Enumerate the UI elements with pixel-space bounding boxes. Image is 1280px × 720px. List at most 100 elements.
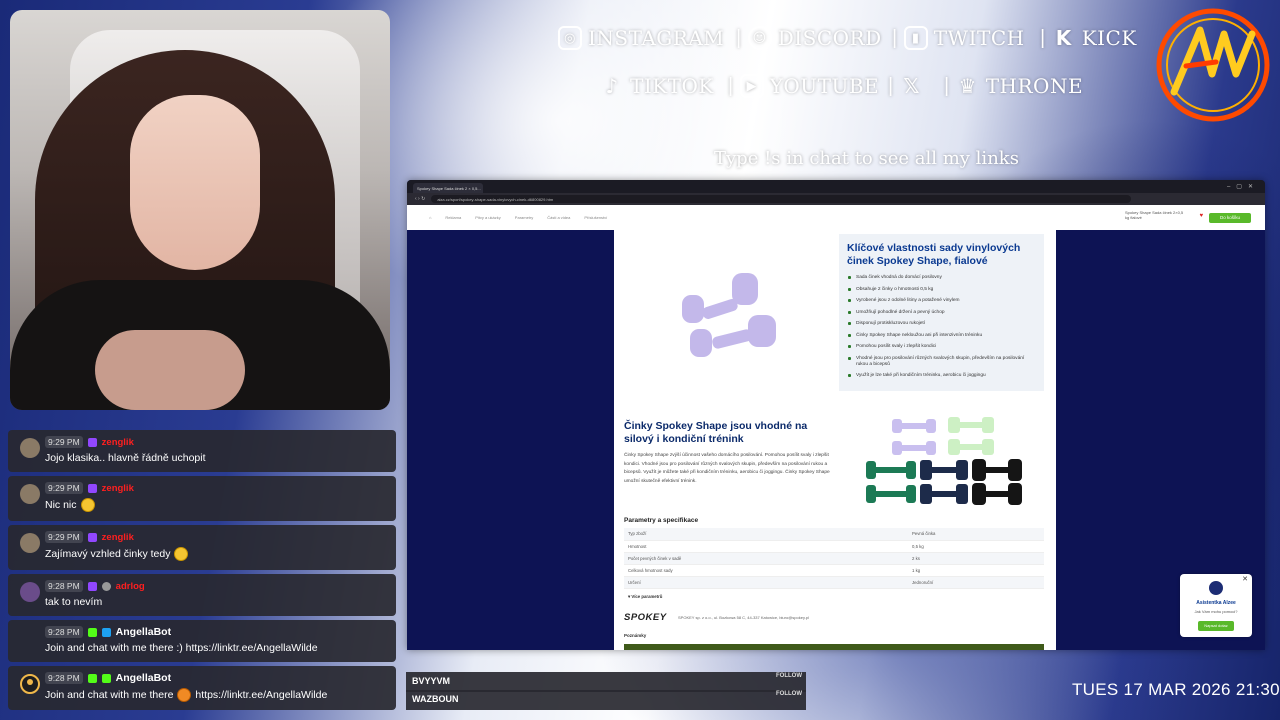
window-controls[interactable]: –▢✕ [1227, 183, 1259, 190]
social-kick: | K KICK [1040, 26, 1137, 50]
browser-tab[interactable]: Spokey Shape Sada činek 2 × 0,5... [413, 183, 483, 193]
social-twitch: | ▮ TWITCH [892, 26, 1025, 50]
kick-icon: K [1055, 26, 1072, 50]
home-icon[interactable]: ⌂ [429, 215, 431, 220]
chat-username: adrlog [115, 580, 145, 592]
links-tagline: Type !s in chat to see all my links [714, 148, 1019, 169]
nav-arrows-icon[interactable]: ‹ › ↻ [415, 196, 425, 202]
chat-panel: 9:29 PM zenglik Jojo klasika.. hlavně řá… [8, 430, 396, 714]
follower-name: WAZBOUN [412, 694, 459, 704]
chat-message: 9:29 PM zenglik Jojo klasika.. hlavně řá… [8, 430, 396, 472]
param-value: 0,5 kg [908, 540, 1044, 553]
chat-username: zenglik [101, 482, 134, 494]
social-label: THRONE [985, 74, 1084, 98]
chat-message: 9:29 PM zenglik Nic nic [8, 476, 396, 521]
feature-item: Vyrobené jsou z odolné litiny a potažené… [847, 298, 1036, 304]
message-time: 9:29 PM [45, 436, 83, 448]
ask-question-button[interactable]: Napsat dotaz [1198, 621, 1234, 631]
more-params-link[interactable]: ▾ Více parametrů [628, 594, 662, 600]
chat-username: zenglik [101, 531, 134, 543]
params-title: Parametry a specifikace [624, 517, 699, 524]
chat-username: AngellaBot [115, 672, 172, 684]
dumbbell-set-image [866, 417, 1022, 505]
tiktok-icon: ♪ [605, 74, 619, 98]
user-avatar [20, 438, 40, 458]
nav-link[interactable]: Příslušenství [584, 215, 607, 220]
nav-link[interactable]: Pitvy a ukázky [475, 215, 501, 220]
kick-badge-icon [87, 627, 97, 637]
assistant-text: Jak Vám mohu pomoci? [1194, 609, 1238, 614]
social-label: TIKTOK [630, 74, 714, 98]
grin-emoji-icon [80, 498, 95, 512]
message-text: Nic nic [45, 499, 77, 511]
social-label: DISCORD [777, 26, 882, 50]
assistant-widget: ✕ Asistentka Alzee Jak Vám mohu pomoci? … [1180, 574, 1252, 637]
social-tiktok: ♪ TIKTOK [600, 74, 714, 98]
message-link: https://linktr.ee/AngellaWilde [195, 689, 328, 701]
feature-item: Disponují protiskluzovou rukojetí [847, 321, 1036, 327]
section-title: Činky Spokey Shape jsou vhodné na silový… [624, 420, 808, 445]
assistant-title: Asistentka Alzee [1196, 600, 1236, 606]
nav-link[interactable]: Části a videa [547, 215, 570, 220]
message-text: Join and chat with me there [45, 689, 174, 701]
social-discord: | ☺ DISCORD [736, 26, 882, 50]
social-instagram: ◎ INSTAGRAM [558, 26, 724, 50]
twitch-badge-icon [87, 483, 97, 493]
param-value: 2 ks [908, 552, 1044, 566]
feature-item: Umožňují pohodlné držení a pevný úchop [847, 310, 1036, 316]
nav-link[interactable]: Reklama [445, 215, 461, 220]
tiger-emoji-icon [177, 688, 192, 702]
param-name: Celková hmotnost sady [624, 564, 908, 578]
follow-alert: WAZBOUN FOLLOW [406, 690, 806, 710]
feature-item: Vhodné jsou pro posilování různých svalo… [847, 356, 1036, 368]
user-avatar [20, 484, 40, 504]
message-time: 9:29 PM [45, 531, 83, 543]
add-to-cart-button[interactable]: Do košíku [1209, 213, 1251, 223]
twitch-icon: ▮ [903, 26, 928, 50]
message-time: 9:28 PM [45, 672, 83, 684]
throne-icon: ♛ [958, 74, 977, 98]
streamer-hands [95, 330, 245, 410]
more-params-label: Více parametrů [631, 594, 663, 599]
heart-icon[interactable]: ♥ [1199, 213, 1203, 219]
brand-logo: SPOKEY [624, 612, 667, 623]
social-label: INSTAGRAM [588, 26, 725, 50]
message-time: 9:28 PM [45, 626, 83, 638]
message-text: Join and chat with me there :) https://l… [45, 642, 318, 654]
chat-username: zenglik [101, 436, 134, 448]
social-youtube: | ▶ YOUTUBE [728, 74, 880, 98]
twitch-badge-icon [87, 532, 97, 542]
bot-avatar [20, 674, 40, 694]
message-text: Zajímavý vzhled činky tedy [45, 548, 171, 560]
social-label: YOUTUBE [769, 74, 880, 98]
user-badge-icon [101, 581, 111, 591]
follow-tag: FOLLOW [776, 691, 802, 697]
chat-message: 9:29 PM zenglik Zajímavý vzhled činky te… [8, 525, 396, 570]
browser-window: Spokey Shape Sada činek 2 × 0,5... –▢✕ ‹… [407, 180, 1265, 650]
grin-emoji-icon [174, 547, 189, 561]
param-name: Hmotnost [624, 540, 908, 553]
message-time: 9:28 PM [45, 580, 83, 592]
close-icon[interactable]: ✕ [1242, 575, 1248, 583]
site-nav: ⌂ Reklama Pitvy a ukázky Parametry Části… [407, 205, 1265, 230]
company-info: SPOKEY sp. z o.o., ul. Bozkowa 58 C, 44-… [678, 615, 809, 620]
product-page: Klíčové vlastnosti sady vinylových činek… [614, 230, 1056, 650]
chat-message: 9:28 PM adrlog tak to nevím [8, 574, 396, 616]
address-bar: ‹ › ↻ alza.cz/sport/spokey-shape-sada-vi… [407, 193, 1265, 205]
feature-item: Sada činek vhodná do domácí posilovny [847, 275, 1036, 281]
youtube-icon: ▶ [739, 74, 764, 98]
stream-datetime: TUES 17 MAR 2026 21:30 [1072, 680, 1280, 699]
follow-alert: BVYYVM FOLLOW [406, 672, 806, 692]
social-throne: | ♛ THRONE [944, 74, 1084, 98]
section-text: Činky Spokey Shape zvýší účinnost vašeho… [624, 453, 830, 484]
param-value: 1 kg [908, 564, 1044, 578]
twitch-badge-icon [87, 581, 97, 591]
webcam-feed [10, 10, 390, 410]
feature-item: Obsahuje 2 činky o hmotnosti 0,5 kg [847, 287, 1036, 293]
table-row: Hmotnost 0,5 kg [624, 540, 1044, 553]
nav-link[interactable]: Parametry [515, 215, 533, 220]
table-row: Počet pevných činek v sadě 2 ks [624, 552, 1044, 566]
param-name: Počet pevných činek v sadě [624, 552, 908, 566]
features-list: Sada činek vhodná do domácí posilovny Ob… [847, 275, 1036, 379]
url-field[interactable]: alza.cz/sport/spokey-shape-sada-vinylovy… [431, 195, 1132, 203]
